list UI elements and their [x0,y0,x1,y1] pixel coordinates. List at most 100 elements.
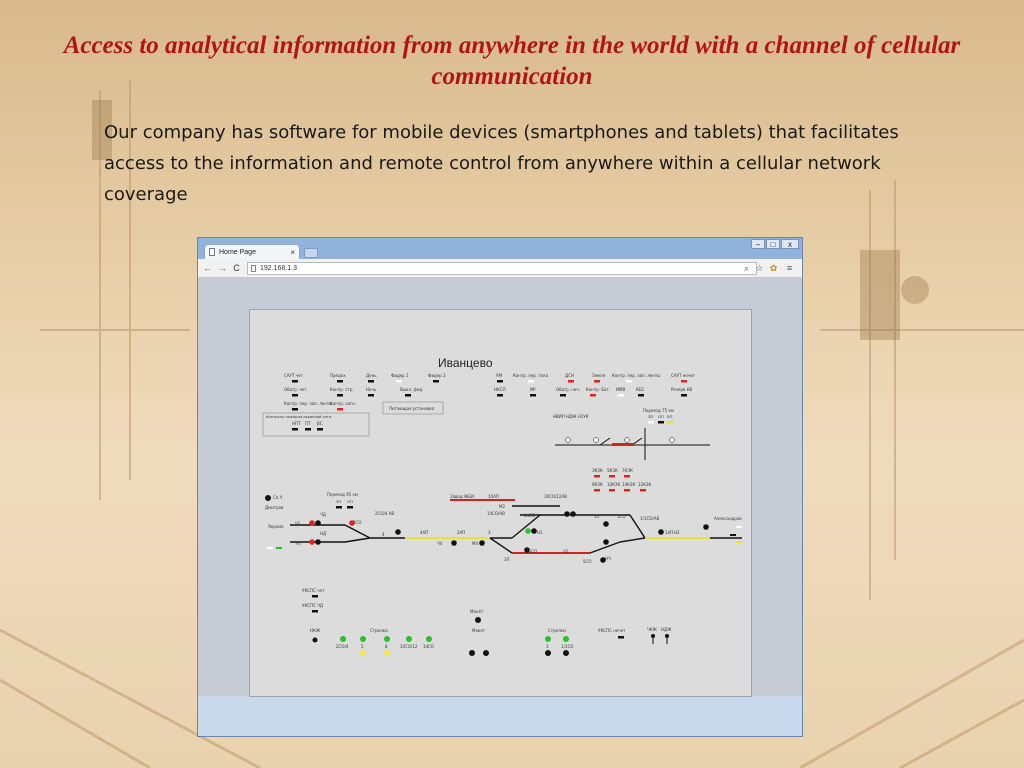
tab-title: Home Page [219,249,256,256]
switch-14co: 14СО [423,644,434,649]
back-icon[interactable]: ← [202,262,213,274]
label-kbs: КБС [636,387,645,392]
crossing-95-zp: ЗП [336,499,341,504]
left-station-side: Сп.Ч [273,495,283,500]
minimize-button[interactable]: – [751,239,765,249]
label-obogr-nech: Обогр. неч. [556,387,580,392]
track-label-24: Н1 [537,530,543,535]
track-label-29: Ч2 [563,549,569,554]
label-night: Ночь [366,387,377,392]
label-5kzk: 5КЗК [607,468,618,473]
bookmark-star-icon[interactable]: ☆ [754,262,765,274]
manek-label: Манёт [470,609,484,614]
crossing-75-label: Переезд 75 км [643,408,674,413]
reload-icon[interactable]: C [231,262,242,274]
group-strelki-right: Стрелки [548,628,566,633]
yakhroma-label: Яхрома [268,524,284,529]
group-strelki-left: Стрелки [370,628,388,633]
extension-icon[interactable]: ✿ [768,262,779,274]
slide-title: Access to analytical information from an… [63,32,961,90]
right-station-name: Александров [714,516,742,521]
track-label-3: ЧД [320,512,326,517]
maximize-button[interactable]: □ [766,239,780,249]
tab-home-page[interactable]: Home Page × [204,244,300,259]
track-label-1: 2СО/4 АВ [375,511,394,516]
label-3kzk: ЗКЗК [592,468,603,473]
track-label-4: НД [320,531,326,536]
label-kontr-per-toka: Контр. пер. тока [513,373,549,378]
label-kontr-zap-lenty-2: Контр. пер. зап. ленты [284,401,332,406]
track-label-22: 1/1СО/АВ [640,516,659,521]
track-label-14: 10СО/12АВ [544,494,567,499]
group-ndzh: НДЖ [661,627,672,632]
new-tab-button[interactable] [304,248,318,258]
crossing-95-op: ОП [347,499,353,504]
forward-icon[interactable]: → [217,262,228,274]
track-label-27: 7БСО [526,549,537,554]
label-kontr-str: Контр. стр. [330,387,354,392]
label-9kzk: 9КЗК [592,482,603,487]
left-station-name: Дмитров [265,505,284,510]
group-nkzh: НКЖ [310,628,321,633]
track-label-7: 4АП [420,530,428,535]
track-label-28: 3П [504,557,510,562]
track-label-10: 4 [382,532,385,537]
tab-bar: Home Page × – □ x [198,238,802,259]
crossing-75-bp: БП [667,414,673,419]
track-label-13: 10АП [488,494,499,499]
label-kontr-sign: Контр. сигн. [330,401,356,406]
fire-item-pt: ПТ [305,421,311,426]
track-label-9: 3 [488,530,491,535]
label-ir: ИР [530,387,536,392]
label-saut-chet: САУТ чет [284,373,304,378]
label-um: УМ [496,373,502,378]
track-label-11: Ч4 [437,541,443,546]
label-kontr-zap-lenty: Контр. пер. зап. ленты [612,373,660,378]
group-maket: Макет [472,628,486,633]
switch-2co4: 2СО/4 [336,644,349,649]
close-window-button[interactable]: x [781,239,799,249]
switch-3: 3 [546,644,549,649]
label-7kzk: 7КЗК [622,468,633,473]
nvip-label: НВИП НДЖ Н1УК [553,414,589,419]
zoom-icon[interactable]: ⌕ [741,262,752,274]
track-label-18: 14СО [524,513,535,518]
status-bar [198,716,802,736]
switch-8: 8 [385,644,388,649]
track-label-21: 1СО [617,514,626,519]
label-day: День [366,373,377,378]
page-icon [251,265,256,272]
fire-item-vs: ВС [317,421,323,426]
track-label-20: 1П [594,514,600,519]
label-obogr-chet: Обогр. чет. [284,387,308,392]
crossing-75-op: ОП [658,414,664,419]
scheme-diagram: САУТ чет Предох День Фидер 1 Фидер 2 УМ … [262,373,742,656]
label-dsn: ДСН [565,373,574,378]
menu-icon[interactable]: ≡ [784,262,795,274]
label-rezerv-kv: Резерв КВ [671,387,692,392]
label-feeder-1: Фидер 1 [391,373,409,378]
track-label-16: 14СО/АВ [487,511,505,516]
label-predoh: Предох [330,373,346,378]
ukspc-chd-label: УКСПС ЧД [302,603,323,608]
address-bar[interactable]: 192.168.1.3 [247,262,757,275]
close-tab-icon[interactable]: × [290,245,295,260]
track-label-31: НЧ [605,556,611,561]
address-text: 192.168.1.3 [260,265,297,272]
track-label-5: ЧП [295,541,301,546]
switch-1-1co: 1/1СО [561,644,573,649]
label-zemlya: Земля [592,373,606,378]
crossing-95-label: Переезд 95 км [327,492,358,497]
left-station-lamp [265,495,271,501]
label-feeder-2: Фидер 2 [428,373,446,378]
ukspc-nechet-label: УКСПС нечет [598,628,626,633]
ukspc-chet-label: УКСПС чет [302,588,325,593]
switch-5: 5 [361,644,364,649]
track-label-2: 2СО [353,520,362,525]
crossing-75-zp: ЗП [648,414,653,419]
fire-panel-title: Контроль пожарно-охранной сигн. [266,415,332,419]
label-saut-nechet: САУТ нечет [671,373,696,378]
main-tracks [290,499,742,554]
track-label-30: 5СО [583,559,592,564]
power-unit-label: Питающая установка [389,406,435,411]
